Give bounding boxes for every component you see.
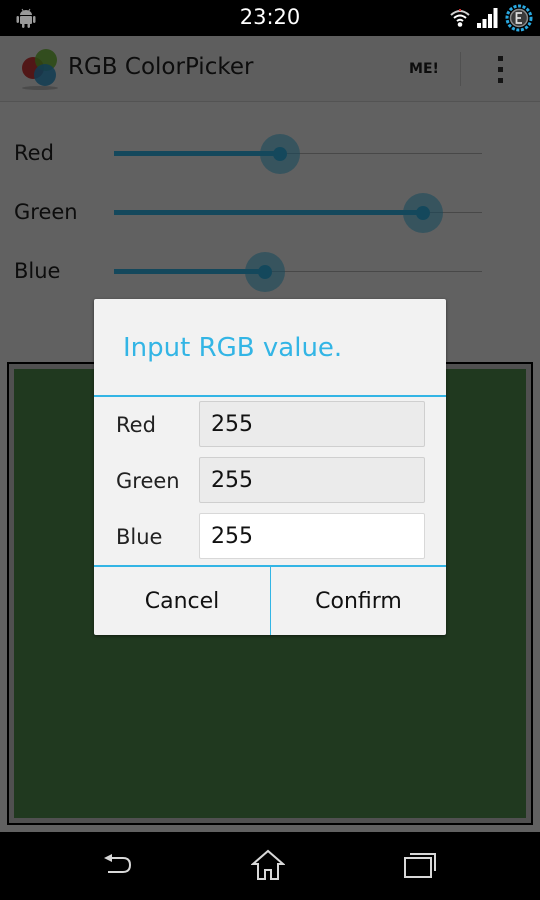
navigation-bar: [0, 832, 540, 900]
red-value-input[interactable]: [199, 401, 425, 447]
blue-field-label: Blue: [116, 525, 163, 549]
recents-icon: [404, 853, 436, 878]
input-rgb-dialog: Input RGB value. Red Green Blue Cancel C…: [94, 299, 446, 635]
signal-icon: [477, 8, 498, 28]
status-bar: 23:20: [0, 0, 540, 36]
recents-button[interactable]: [390, 844, 450, 886]
dialog-title: Input RGB value.: [123, 333, 343, 363]
dialog-title-divider: [94, 395, 446, 397]
confirm-button[interactable]: Confirm: [271, 567, 446, 635]
field-row-green: Green: [94, 457, 446, 505]
blue-value-input[interactable]: [199, 513, 425, 559]
green-value-input[interactable]: [199, 457, 425, 503]
home-icon: [251, 849, 285, 880]
field-row-red: Red: [94, 401, 446, 449]
sync-icon: [505, 4, 533, 32]
back-button[interactable]: [88, 844, 148, 886]
home-button[interactable]: [238, 844, 298, 886]
back-icon: [104, 854, 132, 873]
cancel-button[interactable]: Cancel: [94, 567, 270, 635]
field-row-blue: Blue: [94, 513, 446, 561]
wifi-icon: [450, 9, 470, 27]
green-field-label: Green: [116, 469, 180, 493]
red-field-label: Red: [116, 413, 156, 437]
